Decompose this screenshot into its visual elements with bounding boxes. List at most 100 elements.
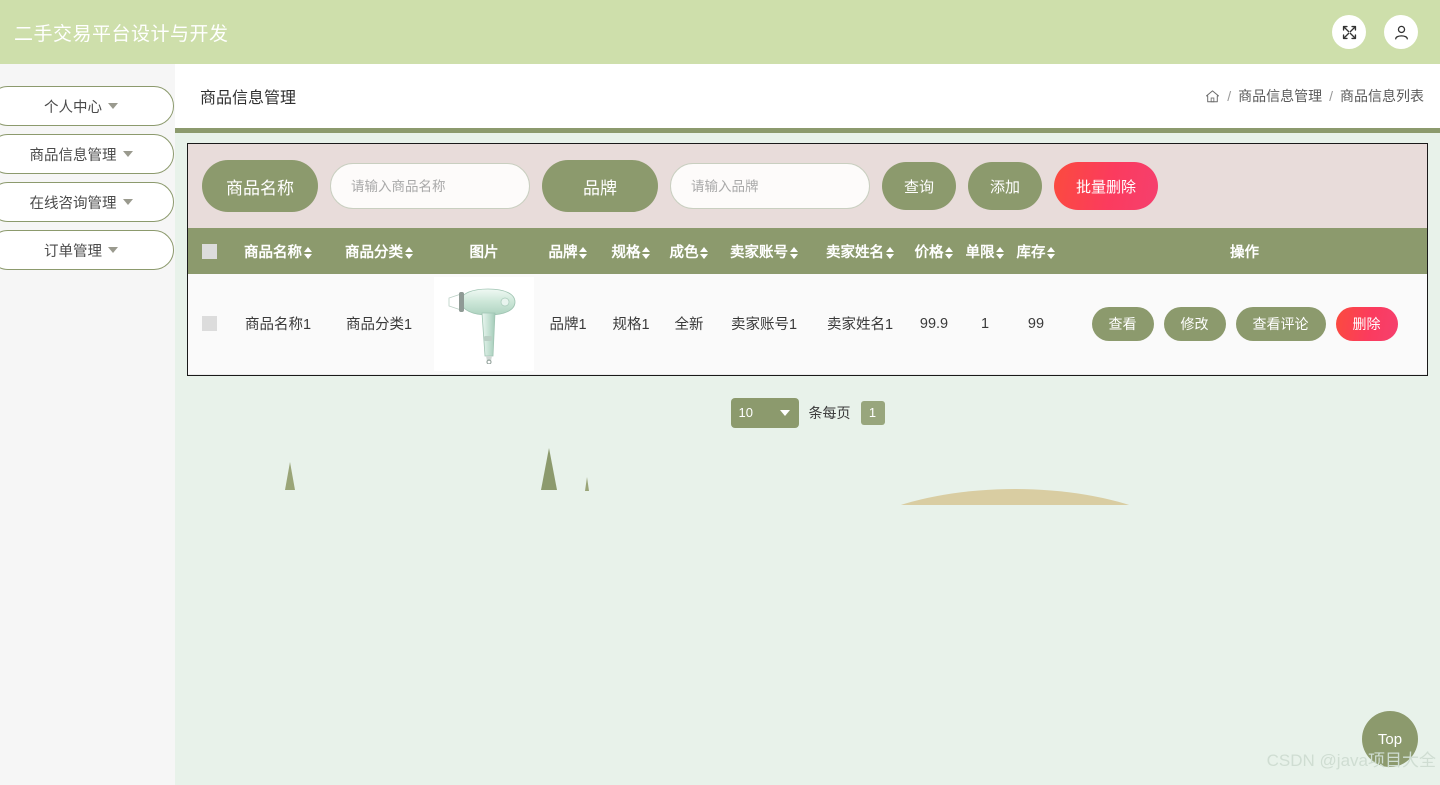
- breadcrumb: / 商品信息管理 / 商品信息列表: [1205, 86, 1424, 106]
- sort-icon: [642, 246, 651, 259]
- product-table: 商品名称 商品分类 图片 品牌 规格 成色 卖家账号 卖家姓名 价格 单限 库存…: [188, 228, 1427, 375]
- cell-condition: 全新: [662, 274, 716, 375]
- sort-icon: [789, 246, 798, 259]
- chevron-down-icon: [122, 151, 133, 157]
- fullscreen-button[interactable]: [1332, 15, 1366, 49]
- breadcrumb-separator: /: [1329, 88, 1333, 104]
- column-label: 品牌: [548, 244, 578, 261]
- column-product-name[interactable]: 商品名称: [230, 228, 326, 274]
- column-spec[interactable]: 规格: [600, 228, 662, 274]
- table-row: 商品名称1 商品分类1 品牌1 规格1 全新 卖家账号1 卖家姓名1 99.9 …: [188, 274, 1427, 375]
- cell-product-name: 商品名称1: [230, 274, 326, 375]
- column-label: 图片: [469, 244, 499, 261]
- page-size-select[interactable]: 10 20 50 100: [730, 397, 799, 428]
- cell-spec: 规格1: [600, 274, 662, 375]
- table-header-row: 商品名称 商品分类 图片 品牌 规格 成色 卖家账号 卖家姓名 价格 单限 库存…: [188, 228, 1427, 274]
- column-label: 价格: [914, 244, 944, 261]
- decor-hill: [830, 467, 1200, 505]
- column-label: 规格: [611, 244, 641, 261]
- cell-seller-account: 卖家账号1: [716, 274, 812, 375]
- search-toolbar: 商品名称 品牌 查询 添加 批量删除: [188, 144, 1427, 228]
- watermark: CSDN @java项目大全: [1266, 751, 1436, 770]
- cell-limit: 1: [960, 274, 1010, 375]
- page-title: 商品信息管理: [200, 90, 297, 107]
- sort-icon: [579, 246, 588, 259]
- column-image: 图片: [432, 228, 536, 274]
- column-label: 单限: [965, 244, 995, 261]
- brand-input[interactable]: [670, 163, 870, 209]
- cell-brand: 品牌1: [536, 274, 600, 375]
- sort-icon: [303, 246, 312, 259]
- sort-icon: [404, 246, 413, 259]
- page-header: 商品信息管理 / 商品信息管理 / 商品信息列表: [175, 64, 1440, 133]
- sidebar-item-order-management[interactable]: 订单管理: [0, 230, 174, 270]
- user-icon: [1393, 24, 1410, 41]
- sort-icon: [945, 246, 954, 259]
- decor-tree-small-left: [285, 462, 295, 490]
- sort-icon: [996, 246, 1005, 259]
- user-menu-button[interactable]: [1384, 15, 1418, 49]
- column-label: 商品名称: [244, 244, 302, 261]
- column-price[interactable]: 价格: [908, 228, 960, 274]
- decor-tree-tiny: [585, 477, 589, 491]
- main-content: 商品信息管理 / 商品信息管理 / 商品信息列表 商品名称 品牌: [175, 64, 1440, 785]
- top-bar: 二手交易平台设计与开发: [0, 0, 1440, 64]
- chevron-down-icon: [122, 199, 133, 205]
- sort-icon: [1047, 246, 1056, 259]
- fullscreen-icon: [1341, 24, 1358, 41]
- breadcrumb-separator: /: [1227, 88, 1232, 104]
- column-limit[interactable]: 单限: [960, 228, 1010, 274]
- home-icon[interactable]: [1205, 89, 1220, 104]
- sort-icon: [885, 246, 894, 259]
- column-label: 商品分类: [345, 244, 403, 261]
- app-root: 二手交易平台设计与开发 个人中心 商品信息管理 在线咨询管理 订单管理 商品信息…: [0, 0, 1440, 785]
- page-size-wrapper: 10 20 50 100: [730, 397, 799, 428]
- column-category[interactable]: 商品分类: [326, 228, 432, 274]
- chevron-down-icon: [108, 103, 118, 109]
- edit-button[interactable]: 修改: [1163, 306, 1226, 341]
- brand-label: 品牌: [542, 160, 658, 212]
- sidebar: 个人中心 商品信息管理 在线咨询管理 订单管理: [0, 64, 175, 785]
- column-seller-name[interactable]: 卖家姓名: [812, 228, 908, 274]
- product-thumbnail[interactable]: [434, 276, 534, 371]
- breadcrumb-item-product-management[interactable]: 商品信息管理: [1238, 86, 1322, 106]
- sidebar-item-label: 个人中心: [44, 99, 102, 116]
- row-checkbox[interactable]: [201, 316, 217, 332]
- query-button[interactable]: 查询: [882, 162, 957, 210]
- sort-icon: [700, 246, 709, 259]
- view-comments-button[interactable]: 查看评论: [1235, 306, 1326, 341]
- column-seller-account[interactable]: 卖家账号: [716, 228, 812, 274]
- column-condition[interactable]: 成色: [662, 228, 716, 274]
- row-select-cell: [188, 274, 230, 375]
- view-button[interactable]: 查看: [1091, 306, 1154, 341]
- cell-price: 99.9: [908, 274, 960, 375]
- table-body: 商品名称1 商品分类1 品牌1 规格1 全新 卖家账号1 卖家姓名1 99.9 …: [188, 274, 1427, 375]
- column-brand[interactable]: 品牌: [536, 228, 600, 274]
- cell-seller-name: 卖家姓名1: [812, 274, 908, 375]
- column-label: 库存: [1016, 244, 1046, 261]
- row-actions: 查看 修改 查看评论 删除: [1064, 306, 1425, 341]
- decor-tree-large: [541, 448, 557, 490]
- app-title: 二手交易平台设计与开发: [14, 23, 229, 45]
- breadcrumb-item-product-list: 商品信息列表: [1340, 88, 1424, 104]
- pagination: 10 20 50 100 条每页 1: [175, 397, 1440, 428]
- chevron-down-icon: [108, 247, 118, 253]
- column-label: 操作: [1230, 244, 1259, 261]
- cell-category: 商品分类1: [326, 274, 432, 375]
- page-number-1[interactable]: 1: [860, 400, 885, 425]
- add-button[interactable]: 添加: [968, 162, 1043, 210]
- sidebar-item-consultation-management[interactable]: 在线咨询管理: [0, 182, 174, 222]
- product-name-input[interactable]: [330, 163, 530, 209]
- cell-operations: 查看 修改 查看评论 删除: [1062, 274, 1427, 375]
- column-label: 卖家姓名: [826, 244, 884, 261]
- top-bar-actions: [1332, 15, 1418, 49]
- sidebar-item-product-management[interactable]: 商品信息管理: [0, 134, 174, 174]
- delete-button[interactable]: 删除: [1335, 306, 1398, 341]
- column-stock[interactable]: 库存: [1010, 228, 1062, 274]
- table-head: 商品名称 商品分类 图片 品牌 规格 成色 卖家账号 卖家姓名 价格 单限 库存…: [188, 228, 1427, 274]
- per-page-label: 条每页: [808, 404, 851, 421]
- column-label: 卖家账号: [730, 244, 788, 261]
- sidebar-item-personal-center[interactable]: 个人中心: [0, 86, 174, 126]
- batch-delete-button[interactable]: 批量删除: [1054, 162, 1159, 210]
- select-all-checkbox[interactable]: [201, 243, 217, 259]
